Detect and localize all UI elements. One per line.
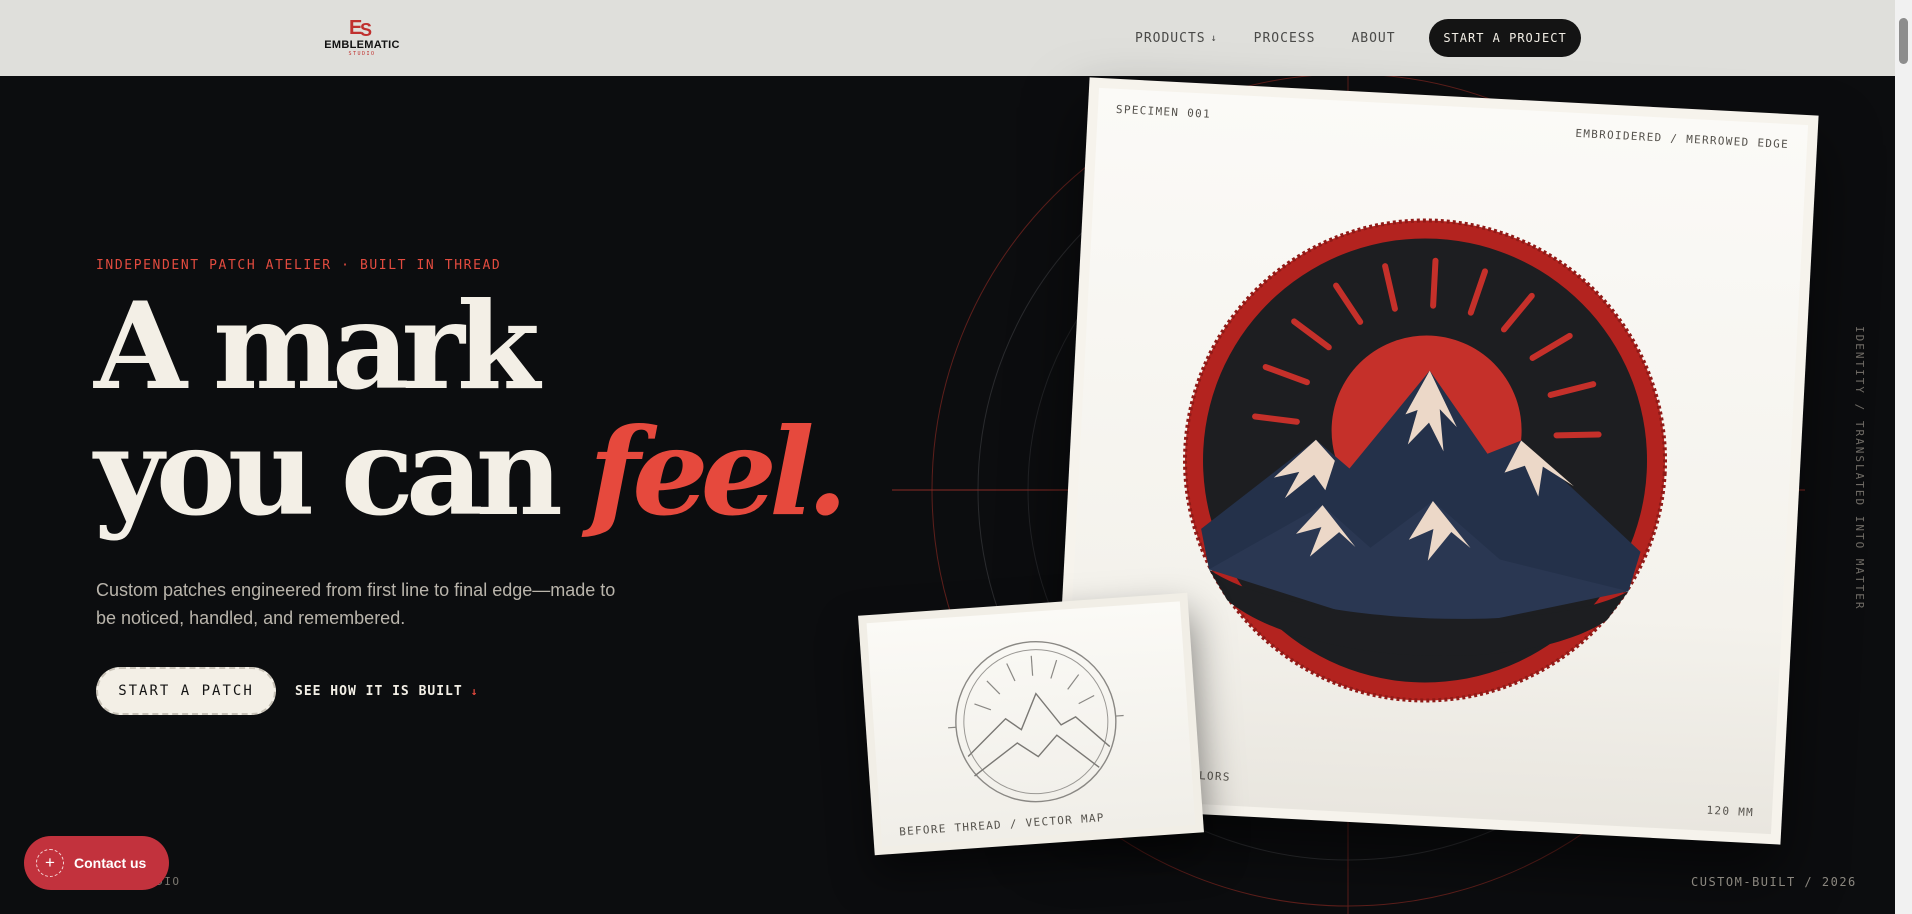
- nav-process-label: PROCESS: [1253, 30, 1316, 46]
- plus-icon: +: [36, 849, 64, 877]
- top-navigation-bar: E S EMBLEMATIC STUDIO PRODUCTS ↓ PROCESS…: [0, 0, 1895, 76]
- svg-text:S: S: [360, 20, 372, 38]
- main-nav: PRODUCTS ↓ PROCESS ABOUT: [1135, 0, 1396, 76]
- scrollbar-thumb[interactable]: [1899, 18, 1908, 64]
- side-tagline: IDENTITY / TRANSLATED INTO MATTER: [1853, 326, 1866, 611]
- see-how-built-link[interactable]: SEE HOW IT IS BUILT ↓: [295, 684, 478, 699]
- brand-subtitle: STUDIO: [348, 51, 376, 57]
- hero-eyebrow: INDEPENDENT PATCH ATELIER · BUILT IN THR…: [96, 258, 502, 273]
- specimen-size-label: 120 MM: [1706, 803, 1755, 820]
- mountain-patch-image: [1183, 218, 1668, 703]
- see-how-built-label: SEE HOW IT IS BUILT: [295, 684, 463, 699]
- vector-map-drawing: [948, 640, 1124, 803]
- nav-about[interactable]: ABOUT: [1351, 31, 1395, 46]
- footer-right-label: CUSTOM-BUILT / 2026: [1691, 875, 1857, 889]
- brand-logo[interactable]: E S EMBLEMATIC STUDIO: [324, 14, 400, 60]
- start-project-button[interactable]: START A PROJECT: [1429, 19, 1581, 57]
- hero-description: Custom patches engineered from first lin…: [96, 580, 616, 628]
- start-patch-button[interactable]: START A PATCH: [96, 667, 276, 715]
- logo-mark-icon: E S: [349, 17, 372, 38]
- chevron-down-icon: ↓: [1210, 32, 1218, 44]
- vector-sketch-surface: BEFORE THREAD / VECTOR MAP: [866, 601, 1196, 847]
- nav-process[interactable]: PROCESS: [1254, 31, 1316, 46]
- vector-map-label: BEFORE THREAD / VECTOR MAP: [898, 811, 1106, 839]
- arrow-down-icon: ↓: [470, 685, 479, 698]
- headline-line-1: A mark: [94, 276, 540, 417]
- vector-sketch-card: BEFORE THREAD / VECTOR MAP: [858, 592, 1204, 856]
- brand-name: EMBLEMATIC: [324, 39, 400, 51]
- nav-about-label: ABOUT: [1351, 30, 1396, 46]
- contact-us-label: Contact us: [74, 855, 147, 871]
- nav-products-label: PRODUCTS: [1135, 30, 1206, 46]
- specimen-label: SPECIMEN 001: [1115, 102, 1212, 121]
- headline-line-2: you can: [94, 402, 589, 543]
- hero-headline: A mark you can feel.: [94, 284, 848, 536]
- specimen-finish-label: EMBROIDERED / MERROWED EDGE: [1575, 126, 1790, 152]
- page-scrollbar[interactable]: [1895, 0, 1912, 914]
- contact-us-button[interactable]: + Contact us: [24, 836, 169, 890]
- headline-accent: feel.: [588, 402, 849, 543]
- nav-products[interactable]: PRODUCTS ↓: [1135, 31, 1218, 46]
